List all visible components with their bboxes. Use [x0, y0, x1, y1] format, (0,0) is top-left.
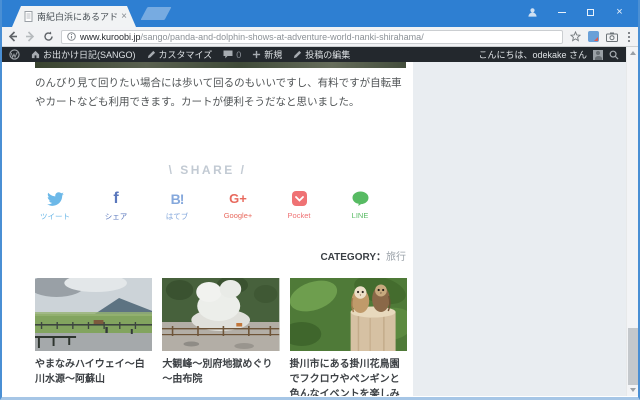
- share-buttons-row: ツイート f シェア B! はてブ G+ Google+ Pocket LINE: [2, 190, 413, 222]
- category-label: CATEGORY：: [320, 251, 386, 263]
- share-line-label: LINE: [351, 210, 369, 220]
- owls-on-stump-photo: [289, 277, 407, 351]
- url-host: www.kuroobi.jp: [80, 31, 141, 42]
- share-pocket-button[interactable]: Pocket: [281, 190, 318, 222]
- wp-greeting[interactable]: こんにちは、odekake さん: [478, 48, 587, 61]
- share-heading: \ SHARE /: [168, 162, 247, 177]
- edit-pencil-icon: [294, 50, 302, 59]
- wp-new-menu[interactable]: 新規: [252, 48, 282, 61]
- share-hatena-label: はてブ: [165, 211, 189, 221]
- minimize-button[interactable]: [547, 0, 576, 24]
- scrollbar-thumb[interactable]: [628, 328, 638, 385]
- share-facebook-button[interactable]: f シェア: [98, 190, 135, 222]
- category-line: CATEGORY：旅行: [2, 248, 406, 263]
- wp-logo-icon[interactable]: [9, 49, 20, 60]
- wp-comment-count: 0: [236, 49, 242, 60]
- related-post-title: 大観峰～別府地獄めぐり～由布院: [162, 358, 273, 385]
- forward-icon[interactable]: [25, 31, 36, 42]
- wp-customize-menu[interactable]: カスタマイズ: [147, 48, 213, 61]
- scrollbar-up-arrow-icon[interactable]: [630, 51, 636, 55]
- extension-icon[interactable]: [588, 31, 599, 42]
- related-post-card[interactable]: 大観峰～別府地獄めぐり～由布院: [162, 277, 280, 396]
- browser-toolbar: www.kuroobi.jp/sango/panda-and-dolphin-s…: [2, 27, 638, 47]
- page-scrollbar[interactable]: [626, 47, 638, 396]
- hot-spring-steam-photo: [162, 277, 280, 351]
- facebook-f-icon: f: [113, 189, 119, 207]
- wp-site-menu[interactable]: お出かけ日記(SANGO): [31, 48, 136, 61]
- window-controls: ×: [518, 0, 634, 24]
- browser-window: 南紀白浜にあるアドベンチャ × ×: [0, 0, 640, 400]
- profile-icon[interactable]: [518, 0, 547, 24]
- browser-tab[interactable]: 南紀白浜にあるアドベンチャ ×: [12, 6, 136, 27]
- googleplus-icon: G+: [229, 191, 247, 207]
- share-twitter-label: ツイート: [40, 211, 70, 221]
- camera-extension-icon[interactable]: [606, 32, 618, 42]
- article-paragraph: のんびり見て回りたい場合には歩いて回るのもいいですし、有料ですが自転車やカートな…: [35, 77, 402, 109]
- related-post-title: 掛川市にある掛川花鳥園でフクロウやペンギンと色んなイベントを楽しみました: [289, 358, 400, 396]
- url-text: www.kuroobi.jp/sango/panda-and-dolphin-s…: [80, 32, 424, 42]
- wp-edit-post-menu[interactable]: 投稿の編集: [293, 48, 350, 61]
- wp-edit-label: 投稿の編集: [305, 50, 351, 60]
- titlebar: 南紀白浜にあるアドベンチャ × ×: [2, 0, 638, 27]
- wp-new-label: 新規: [264, 50, 283, 60]
- share-googleplus-button[interactable]: G+ Google+: [220, 190, 257, 222]
- hatena-b-icon: B!: [170, 190, 185, 207]
- tab-title: 南紀白浜にあるアドベンチャ: [37, 12, 118, 22]
- related-post-card[interactable]: 掛川市にある掛川花鳥園でフクロウやペンギンと色んなイベントを楽しみました: [289, 277, 407, 396]
- line-bubble-icon: [352, 190, 369, 208]
- tab-close-icon[interactable]: ×: [121, 11, 130, 22]
- pocket-chevron-icon: [291, 190, 307, 208]
- share-hatena-button[interactable]: B! はてブ: [159, 190, 196, 222]
- page-info-icon[interactable]: [67, 32, 76, 41]
- related-post-card[interactable]: やまなみハイウェイ～白川水源～阿蘇山: [35, 277, 153, 396]
- share-twitter-button[interactable]: ツイート: [37, 190, 74, 222]
- twitter-bird-icon: [46, 190, 64, 208]
- user-avatar[interactable]: [593, 49, 603, 60]
- grassland-highway-photo: [35, 277, 153, 351]
- reload-icon[interactable]: [43, 31, 54, 42]
- browser-menu-icon[interactable]: [625, 31, 633, 42]
- bookmark-star-icon[interactable]: [570, 31, 581, 42]
- share-facebook-label: シェア: [104, 211, 128, 221]
- wp-customize-label: カスタマイズ: [158, 50, 213, 60]
- maximize-button[interactable]: [576, 0, 605, 24]
- address-bar[interactable]: www.kuroobi.jp/sango/panda-and-dolphin-s…: [61, 29, 563, 44]
- category-link[interactable]: 旅行: [386, 252, 406, 263]
- wp-site-name: お出かけ日記(SANGO): [43, 50, 136, 60]
- related-post-title: やまなみハイウェイ～白川水源～阿蘇山: [35, 358, 145, 385]
- plus-icon: [253, 50, 261, 59]
- search-icon[interactable]: [609, 50, 619, 60]
- comment-bubble-icon: [223, 50, 233, 59]
- share-line-button[interactable]: LINE: [342, 190, 379, 222]
- wp-admin-bar: お出かけ日記(SANGO) カスタマイズ 0 新規 投稿の編集 こんにちは、od…: [2, 47, 626, 62]
- scrollbar-down-arrow-icon[interactable]: [630, 388, 636, 392]
- article-area: のんびり見て回りたい場合には歩いて回るのもいいですし、有料ですが自転車やカートな…: [2, 62, 626, 396]
- back-icon[interactable]: [7, 31, 18, 42]
- page-favicon-icon: [24, 11, 33, 22]
- share-googleplus-label: Google+: [223, 210, 253, 220]
- new-tab-button[interactable]: [140, 7, 172, 20]
- page-viewport: お出かけ日記(SANGO) カスタマイズ 0 新規 投稿の編集 こんにちは、od…: [2, 47, 638, 396]
- home-icon: [31, 50, 40, 59]
- share-pocket-label: Pocket: [287, 210, 311, 220]
- page-background: [413, 62, 626, 396]
- url-path: /sango/panda-and-dolphin-shows-at-advent…: [140, 31, 424, 42]
- article-photo-bottom-edge: [35, 62, 406, 68]
- pencil-icon: [147, 50, 155, 59]
- close-window-icon: ×: [616, 5, 623, 18]
- close-window-button[interactable]: ×: [605, 0, 634, 24]
- related-posts: やまなみハイウェイ～白川水源～阿蘇山 大観峰～別府地獄めぐり～由布院 掛川市にあ…: [35, 277, 407, 396]
- wp-comments-menu[interactable]: 0: [223, 50, 241, 60]
